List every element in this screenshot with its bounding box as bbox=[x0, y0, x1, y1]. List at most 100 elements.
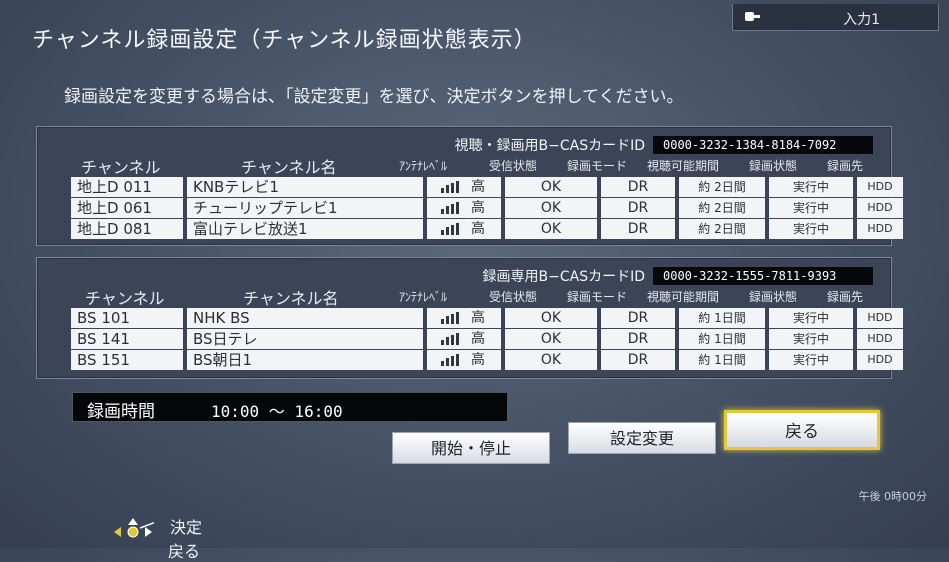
col-reception: 受信状態 bbox=[489, 290, 538, 304]
signal-bars-icon bbox=[441, 223, 459, 235]
reception-status: OK bbox=[505, 219, 597, 239]
cas-card-id: 0000-3232-1384-8184-7092 bbox=[653, 136, 873, 154]
reception-status: OK bbox=[505, 198, 597, 218]
reception-status: OK bbox=[505, 308, 597, 328]
recording-time-value: 10:00 〜 16:00 bbox=[211, 402, 343, 421]
recording-state: 実行中 bbox=[769, 219, 853, 239]
viewable-period: 約 2日間 bbox=[679, 219, 765, 239]
input-label: 入力1 bbox=[843, 12, 880, 28]
table-row[interactable]: BS 101 NHK BS 高 OK DR 約 1日間 実行中 HDD bbox=[71, 308, 903, 328]
antenna-level-text: 高 bbox=[471, 331, 485, 347]
channel-number: BS 141 bbox=[71, 329, 183, 349]
back-button[interactable]: 戻る bbox=[724, 410, 880, 450]
cas-card-info: 視聴・録画用B−CASカードID 0000-3232-1384-8184-709… bbox=[455, 135, 873, 155]
recording-mode: DR bbox=[601, 177, 675, 197]
channel-name: KNBテレビ1 bbox=[187, 177, 423, 197]
back-legend-label: 戻る bbox=[168, 542, 201, 561]
signal-bars-icon bbox=[441, 312, 459, 324]
decide-legend-label: 決定 bbox=[170, 518, 203, 537]
reception-status: OK bbox=[505, 350, 597, 370]
col-mode: 録画モード bbox=[567, 290, 628, 304]
col-dest: 録画先 bbox=[827, 159, 864, 173]
bs-channel-panel: 録画専用B−CASカードID 0000-3232-1555-7811-9393 … bbox=[36, 257, 903, 379]
table-row[interactable]: BS 141 BS日テレ 高 OK DR 約 1日間 実行中 HDD bbox=[71, 329, 903, 349]
channel-name: BS朝日1 bbox=[187, 350, 423, 370]
channel-rows: 地上D 011 KNBテレビ1 高 OK DR 約 2日間 実行中 HDD 地上… bbox=[71, 177, 903, 240]
col-antenna: ｱﾝﾃﾅﾚﾍﾞﾙ bbox=[399, 159, 448, 173]
channel-rows: BS 101 NHK BS 高 OK DR 約 1日間 実行中 HDD BS 1… bbox=[71, 308, 903, 371]
viewable-period: 約 1日間 bbox=[679, 329, 765, 349]
viewable-period: 約 2日間 bbox=[679, 177, 765, 197]
col-channel: チャンネル bbox=[85, 289, 165, 308]
recording-destination: HDD bbox=[857, 350, 903, 370]
table-row[interactable]: BS 151 BS朝日1 高 OK DR 約 1日間 実行中 HDD bbox=[71, 350, 903, 370]
antenna-level: 高 bbox=[427, 219, 501, 239]
channel-number: BS 151 bbox=[71, 350, 183, 370]
recording-state: 実行中 bbox=[769, 329, 853, 349]
recording-destination: HDD bbox=[857, 329, 903, 349]
antenna-level: 高 bbox=[427, 177, 501, 197]
col-channel: チャンネル bbox=[81, 158, 161, 177]
antenna-level-text: 高 bbox=[471, 200, 485, 216]
recording-time-box: 録画時間 10:00 〜 16:00 bbox=[72, 392, 508, 422]
table-header: チャンネル チャンネル名 ｱﾝﾃﾅﾚﾍﾞﾙ 受信状態 録画モード 視聴可能期間 … bbox=[37, 157, 891, 177]
terrestrial-channel-panel: 視聴・録画用B−CASカードID 0000-3232-1384-8184-709… bbox=[36, 126, 903, 246]
channel-number: 地上D 081 bbox=[71, 219, 183, 239]
antenna-level-text: 高 bbox=[471, 221, 485, 237]
table-row[interactable]: 地上D 061 チューリップテレビ1 高 OK DR 約 2日間 実行中 HDD bbox=[71, 198, 903, 218]
cas-card-id: 0000-3232-1555-7811-9393 bbox=[653, 267, 873, 285]
table-row[interactable]: 地上D 011 KNBテレビ1 高 OK DR 約 2日間 実行中 HDD bbox=[71, 177, 903, 197]
recording-destination: HDD bbox=[857, 219, 903, 239]
cas-card-label: 視聴・録画用B−CASカードID bbox=[454, 138, 645, 154]
col-period: 視聴可能期間 bbox=[647, 290, 720, 304]
col-channel-name: チャンネル名 bbox=[243, 289, 339, 308]
col-state: 録画状態 bbox=[749, 159, 798, 173]
col-state: 録画状態 bbox=[749, 290, 798, 304]
page-title: チャンネル録画設定（チャンネル録画状態表示） bbox=[32, 28, 537, 53]
channel-name: 富山テレビ放送1 bbox=[187, 219, 423, 239]
start-stop-button[interactable]: 開始・停止 bbox=[392, 432, 550, 464]
channel-name: BS日テレ bbox=[187, 329, 423, 349]
recording-mode: DR bbox=[601, 329, 675, 349]
recording-mode: DR bbox=[601, 308, 675, 328]
recording-state: 実行中 bbox=[769, 308, 853, 328]
instruction-text: 録画設定を変更する場合は、「設定変更」を選び、決定ボタンを押してください。 bbox=[64, 87, 684, 107]
recording-state: 実行中 bbox=[769, 177, 853, 197]
recording-destination: HDD bbox=[857, 177, 903, 197]
signal-bars-icon bbox=[441, 202, 459, 214]
signal-bars-icon bbox=[441, 181, 459, 193]
settings-change-button[interactable]: 設定変更 bbox=[568, 422, 716, 454]
channel-name: NHK BS bbox=[187, 308, 423, 328]
antenna-level: 高 bbox=[427, 350, 501, 370]
reception-status: OK bbox=[505, 329, 597, 349]
reception-status: OK bbox=[505, 177, 597, 197]
col-channel-name: チャンネル名 bbox=[241, 158, 337, 177]
recording-state: 実行中 bbox=[769, 350, 853, 370]
recording-mode: DR bbox=[601, 219, 675, 239]
antenna-level: 高 bbox=[427, 308, 501, 328]
clock-display: 午後 0時00分 bbox=[858, 490, 928, 503]
viewable-period: 約 2日間 bbox=[679, 198, 765, 218]
col-antenna: ｱﾝﾃﾅﾚﾍﾞﾙ bbox=[399, 290, 448, 304]
recording-destination: HDD bbox=[857, 198, 903, 218]
channel-number: 地上D 011 bbox=[71, 177, 183, 197]
table-row[interactable]: 地上D 081 富山テレビ放送1 高 OK DR 約 2日間 実行中 HDD bbox=[71, 219, 903, 239]
channel-number: BS 101 bbox=[71, 308, 183, 328]
antenna-level: 高 bbox=[427, 329, 501, 349]
viewable-period: 約 1日間 bbox=[679, 308, 765, 328]
recording-state: 実行中 bbox=[769, 198, 853, 218]
channel-number: 地上D 061 bbox=[71, 198, 183, 218]
recording-destination: HDD bbox=[857, 308, 903, 328]
cas-card-label: 録画専用B−CASカードID bbox=[482, 269, 645, 285]
viewable-period: 約 1日間 bbox=[679, 350, 765, 370]
col-period: 視聴可能期間 bbox=[647, 159, 720, 173]
recording-mode: DR bbox=[601, 198, 675, 218]
col-dest: 録画先 bbox=[827, 290, 864, 304]
recording-time-label: 録画時間 bbox=[87, 402, 155, 422]
col-reception: 受信状態 bbox=[489, 159, 538, 173]
signal-bars-icon bbox=[441, 333, 459, 345]
col-mode: 録画モード bbox=[567, 159, 628, 173]
cas-card-info: 録画専用B−CASカードID 0000-3232-1555-7811-9393 bbox=[483, 266, 873, 286]
dpad-icon bbox=[114, 518, 154, 538]
antenna-level-text: 高 bbox=[471, 179, 485, 195]
